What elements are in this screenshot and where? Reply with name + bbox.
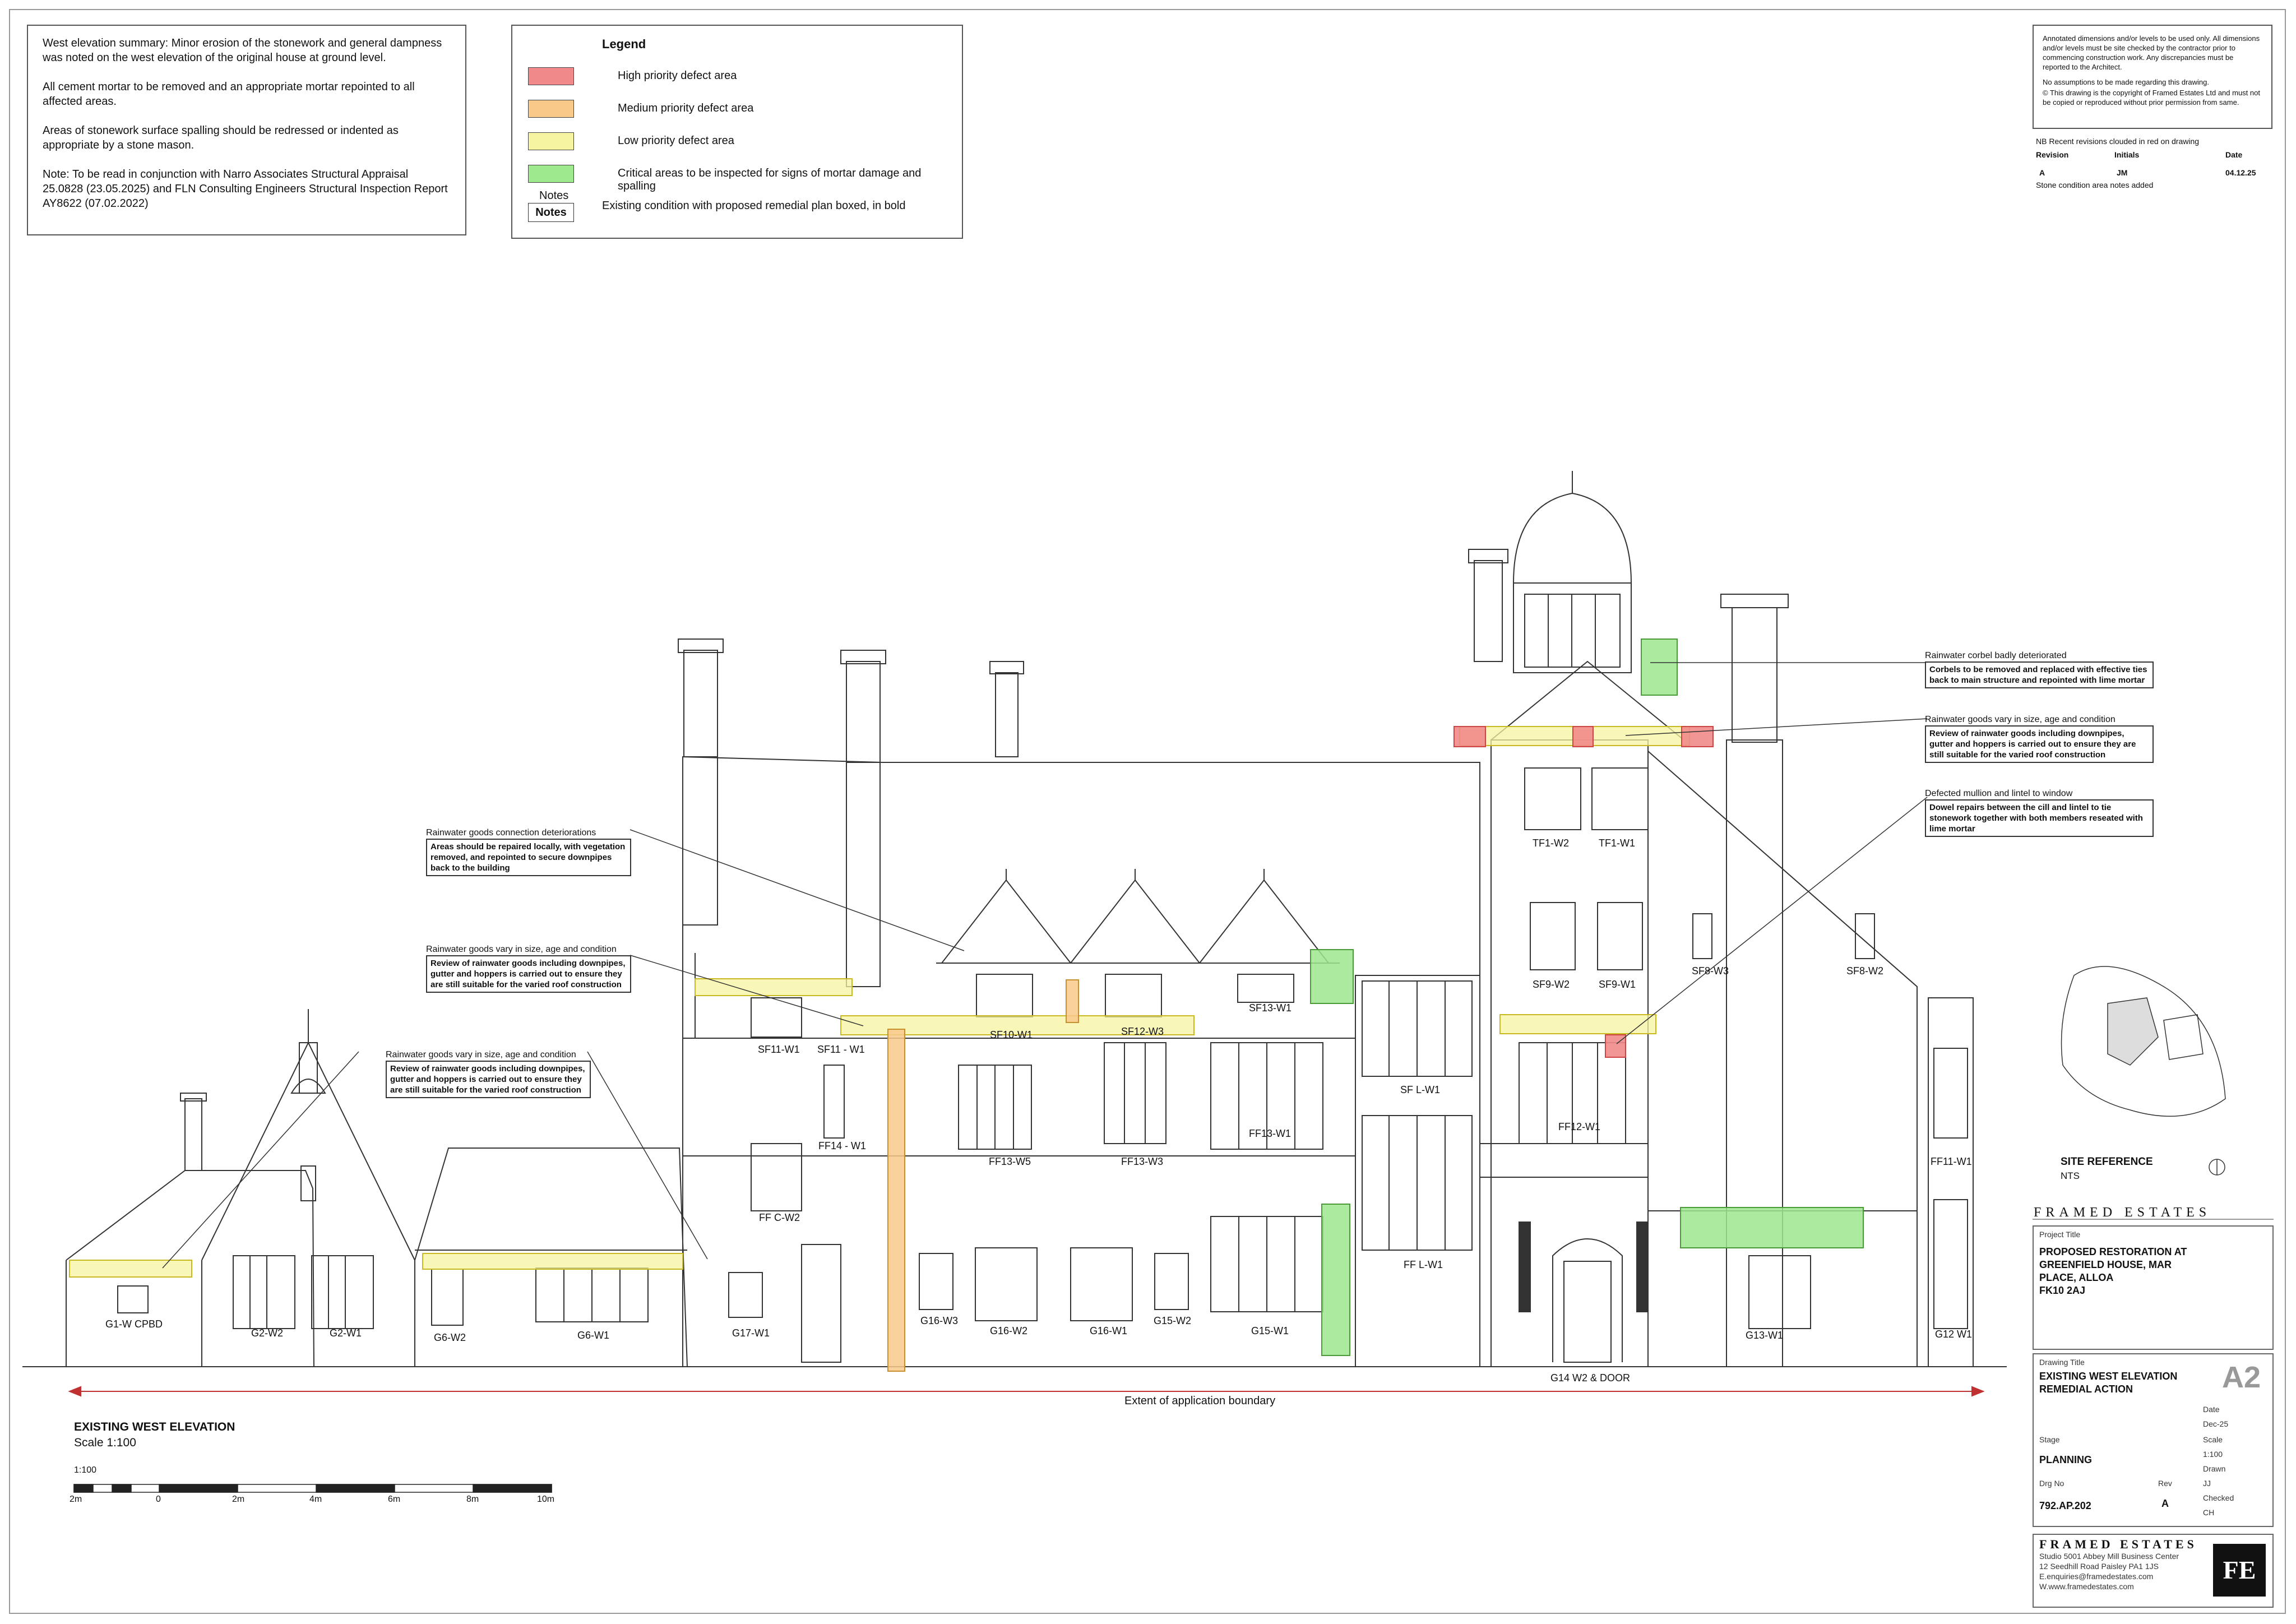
company-logo-icon: FE (2213, 1544, 2266, 1597)
callout-c2-body: Review of rainwater goods including down… (426, 955, 631, 993)
window-label: FF11-W1 (1931, 1156, 1972, 1167)
scale-tick: 8m (466, 1495, 479, 1504)
window-label: G17-W1 (732, 1327, 770, 1339)
project-title-label: Project Title (2039, 1230, 2081, 1239)
window-label: SF12-W3 (1121, 1026, 1164, 1037)
window-label: G15-W1 (1251, 1325, 1289, 1336)
rev-label: Rev (2158, 1479, 2172, 1488)
company-address-2: 12 Seedhill Road Paisley PA1 1JS (2039, 1562, 2159, 1571)
checked-label: Checked (2203, 1493, 2234, 1502)
scale-tick: 10m (537, 1495, 555, 1504)
callout-r3-title: Defected mullion and lintel to window (1925, 789, 2073, 798)
window-label: G2-W2 (251, 1327, 284, 1339)
company-web: W.www.framedestates.com (2039, 1582, 2134, 1591)
scale-label: Scale (2203, 1435, 2223, 1444)
window-label: G2-W1 (330, 1327, 362, 1339)
window-label: FF C-W2 (759, 1212, 800, 1223)
drawing-title-label: Drawing Title (2039, 1358, 2085, 1367)
window-label: SF8-W3 (1692, 965, 1729, 977)
callout-c3-body: Review of rainwater goods including down… (386, 1061, 591, 1098)
checked-value: CH (2203, 1508, 2215, 1517)
window-label: SF11 - W1 (817, 1044, 865, 1055)
date-label: Date (2203, 1405, 2220, 1414)
project-title-box: Project Title PROPOSED RESTORATION AT GR… (2033, 1225, 2274, 1350)
drg-value: 792.AP.202 (2039, 1500, 2091, 1511)
window-label: G13-W1 (1746, 1330, 1784, 1341)
callout-rainwater-goods-3: Rainwater goods vary in size, age and co… (1925, 714, 2154, 763)
scale-tick: 6m (388, 1495, 401, 1504)
callout-mullion: Defected mullion and lintel to window Do… (1925, 788, 2154, 837)
callout-r3-body: Dowel repairs between the cill and linte… (1925, 799, 2154, 837)
callout-rainwater-connection: Rainwater goods connection deterioration… (426, 827, 631, 876)
stage-value: PLANNING (2039, 1454, 2092, 1465)
sheet-size: A2 (2222, 1361, 2261, 1394)
window-label: FF13-W5 (989, 1156, 1031, 1167)
drawing-title: EXISTING WEST ELEVATION REMEDIAL ACTION (2039, 1371, 2178, 1395)
window-label: G6-W1 (577, 1330, 610, 1341)
window-label: FF13-W3 (1121, 1156, 1164, 1167)
callout-r2-title: Rainwater goods vary in size, age and co… (1925, 715, 2116, 724)
callout-r2-body: Review of rainwater goods including down… (1925, 725, 2154, 763)
window-label: G1-W CPBD (105, 1318, 163, 1330)
site-reference-sub: NTS (2061, 1170, 2080, 1181)
window-label: SF9-W2 (1533, 979, 1570, 990)
window-label: SF8-W2 (1846, 965, 1884, 977)
project-postcode: FK10 2AJ (2039, 1285, 2086, 1296)
callout-c1-title: Rainwater goods connection deterioration… (426, 828, 596, 838)
window-label: FF12-W1 (1558, 1121, 1601, 1132)
elevation-title: EXISTING WEST ELEVATION (74, 1421, 235, 1433)
elevation-scale: Scale 1:100 (74, 1436, 136, 1449)
callout-r1-title: Rainwater corbel badly deteriorated (1925, 651, 2067, 660)
window-label: SF11-W1 (758, 1044, 800, 1055)
scale-value: 1:100 (2203, 1450, 2223, 1459)
drawn-value: JJ (2203, 1479, 2211, 1488)
window-label: SF10-W1 (990, 1029, 1033, 1040)
site-reference-title: SITE REFERENCE (2061, 1156, 2153, 1168)
project-title: PROPOSED RESTORATION AT GREENFIELD HOUSE… (2039, 1246, 2187, 1283)
window-label: FF14 - W1 (818, 1140, 867, 1151)
window-label: G16-W3 (920, 1315, 959, 1326)
drawing-info-box: Drawing Title EXISTING WEST ELEVATION RE… (2033, 1353, 2274, 1527)
scale-tick: 4m (309, 1495, 322, 1504)
window-label: SF9-W1 (1599, 979, 1636, 990)
scale-tick: 0 (156, 1495, 161, 1504)
window-label: G16-W1 (1090, 1325, 1128, 1336)
scale-tick: 2m (70, 1495, 82, 1504)
window-label: FF13-W1 (1249, 1128, 1292, 1139)
window-label: G14 W2 & DOOR (1550, 1372, 1631, 1384)
date-value: Dec-25 (2203, 1419, 2229, 1428)
window-label: G6-W2 (434, 1332, 466, 1343)
callout-c2-title: Rainwater goods vary in size, age and co… (426, 945, 617, 954)
window-label: G16-W2 (990, 1325, 1028, 1336)
scale-bar-ratio: 1:100 (74, 1465, 97, 1475)
company-box: FRAMED ESTATES Studio 5001 Abbey Mill Bu… (2033, 1534, 2274, 1608)
callout-rainwater-goods-1: Rainwater goods vary in size, age and co… (426, 944, 631, 993)
callout-corbel: Rainwater corbel badly deteriorated Corb… (1925, 650, 2154, 688)
window-label: TF1-W1 (1599, 838, 1635, 849)
stage-label: Stage (2039, 1435, 2060, 1444)
window-label: G15-W2 (1154, 1315, 1192, 1326)
drg-label: Drg No (2039, 1479, 2064, 1488)
application-boundary-label: Extent of application boundary (1124, 1395, 1276, 1407)
window-label: G12 W1 (1935, 1329, 1973, 1340)
drawn-label: Drawn (2203, 1464, 2226, 1473)
company-address-1: Studio 5001 Abbey Mill Business Center (2039, 1552, 2179, 1561)
company-brand: FRAMED ESTATES (2039, 1537, 2197, 1551)
window-label: TF1-W2 (1533, 838, 1569, 849)
callout-rainwater-goods-2: Rainwater goods vary in size, age and co… (386, 1049, 591, 1098)
callout-r1-body: Corbels to be removed and replaced with … (1925, 661, 2154, 688)
brand-name: FRAMED ESTATES (2034, 1205, 2211, 1220)
callout-c3-title: Rainwater goods vary in size, age and co… (386, 1050, 576, 1059)
company-email: E.enquiries@framedestates.com (2039, 1572, 2154, 1581)
rev-value: A (2161, 1498, 2169, 1509)
window-label: SF13-W1 (1249, 1002, 1292, 1014)
window-label: FF L-W1 (1404, 1259, 1443, 1270)
window-label: SF L-W1 (1400, 1084, 1441, 1095)
scale-tick: 2m (232, 1495, 245, 1504)
callout-c1-body: Areas should be repaired locally, with v… (426, 839, 631, 876)
